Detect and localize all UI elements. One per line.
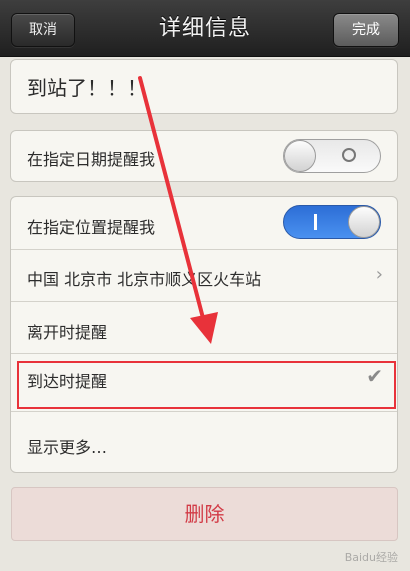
show-more-label: 显示更多… — [27, 438, 108, 457]
toggle-knob — [284, 140, 316, 172]
watermark: Baidu经验 — [344, 551, 398, 564]
leave-reminder-row[interactable]: 离开时提醒 — [11, 301, 397, 353]
toggle-on-icon — [314, 214, 317, 230]
arrive-reminder-row[interactable]: 到达时提醒 ✔ — [11, 353, 397, 411]
location-text: 中国 北京市 北京市顺义区火车站 — [27, 270, 262, 289]
toggle-off-icon — [342, 148, 356, 162]
date-reminder-label: 在指定日期提醒我 — [27, 150, 156, 169]
date-reminder-toggle[interactable] — [283, 139, 381, 173]
chevron-right-icon: › — [375, 264, 383, 285]
show-more-row[interactable]: 显示更多… — [11, 411, 397, 473]
date-reminder-group: 在指定日期提醒我 — [10, 130, 398, 182]
navigation-bar: 取消 详细信息 完成 — [0, 0, 410, 57]
location-row[interactable]: 中国 北京市 北京市顺义区火车站 › — [11, 249, 397, 301]
leave-reminder-label: 离开时提醒 — [27, 323, 108, 342]
toggle-knob — [348, 206, 380, 238]
title-group: 到站了！！！ — [10, 59, 398, 114]
checkmark-icon: ✔ — [366, 364, 383, 388]
location-reminder-row: 在指定位置提醒我 — [11, 197, 397, 249]
reminder-title-field[interactable]: 到站了！！！ — [11, 72, 397, 101]
delete-button[interactable]: 删除 — [11, 487, 398, 541]
reminder-title-text: 到站了！！！ — [27, 76, 147, 100]
location-reminder-label: 在指定位置提醒我 — [27, 218, 156, 237]
location-reminder-toggle[interactable] — [283, 205, 381, 239]
arrive-reminder-label: 到达时提醒 — [27, 372, 108, 391]
done-button[interactable]: 完成 — [333, 13, 399, 47]
location-reminder-group: 在指定位置提醒我 中国 北京市 北京市顺义区火车站 › 离开时提醒 到达时提醒 … — [10, 196, 398, 473]
date-reminder-row: 在指定日期提醒我 — [11, 131, 397, 183]
